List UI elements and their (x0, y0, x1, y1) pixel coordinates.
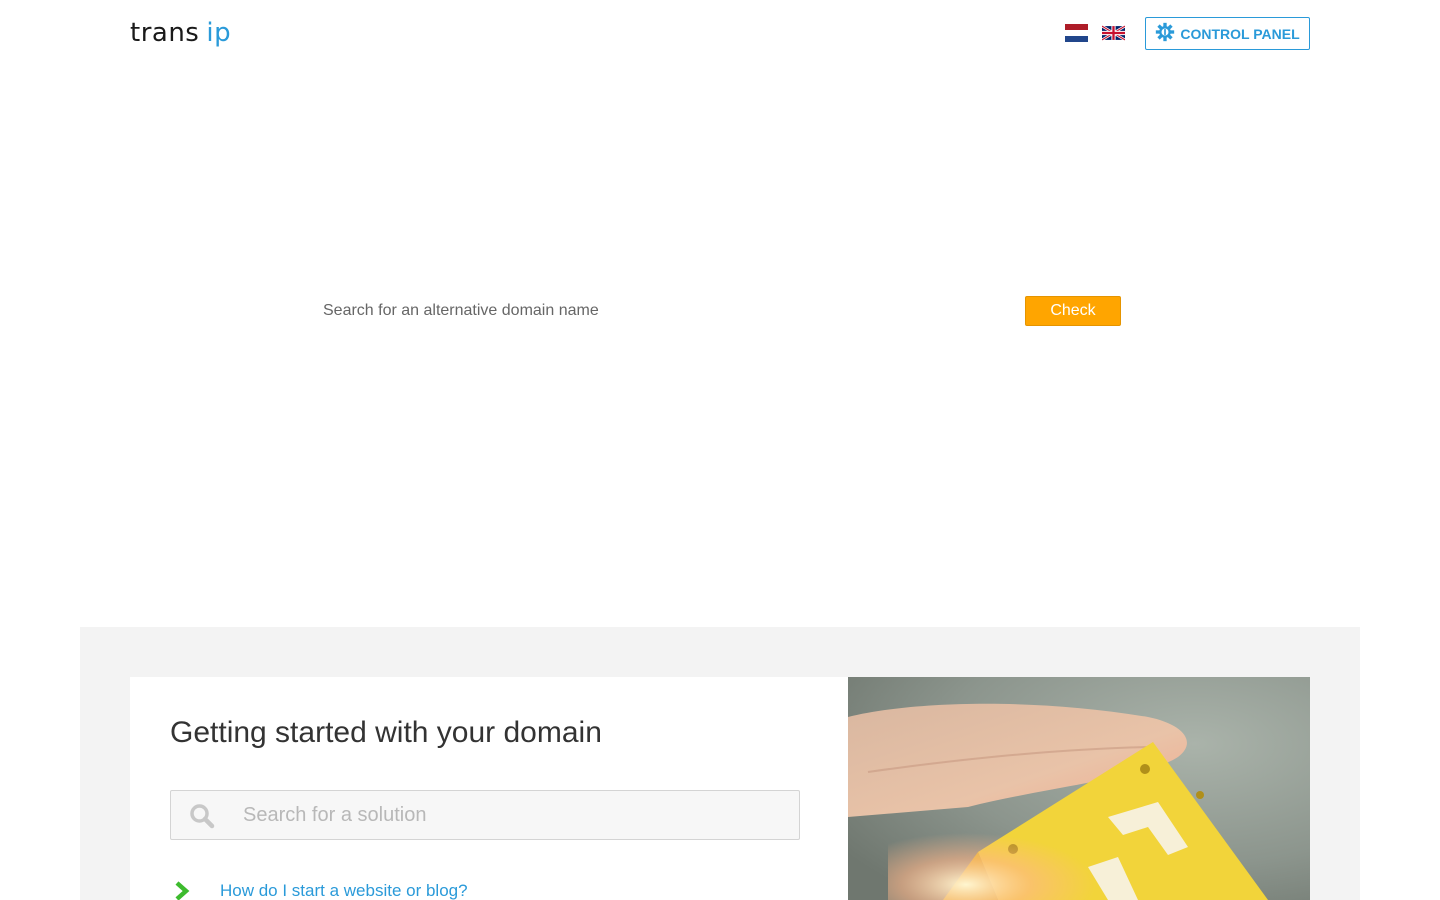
faq-link[interactable]: How do I start a website or blog? (220, 881, 468, 900)
logo-text-trans: trans (130, 18, 200, 48)
getting-started-card: Getting started with your domain How do … (130, 677, 848, 900)
transip-logo[interactable]: trans ip (130, 18, 231, 48)
control-panel-button[interactable]: CONTROL PANEL (1145, 17, 1310, 50)
logo-text-ip: ip (206, 18, 232, 48)
chevron-right-icon (172, 881, 192, 900)
faq-item[interactable]: How do I start a website or blog? (170, 877, 670, 900)
domain-search-input[interactable] (320, 295, 1010, 326)
control-panel-label: CONTROL PANEL (1180, 25, 1300, 42)
solution-search-box (170, 790, 800, 840)
domain-search-form: Check (320, 295, 1121, 326)
gear-icon (1155, 22, 1175, 45)
getting-started-title: Getting started with your domain (170, 716, 602, 749)
search-icon (189, 803, 215, 829)
solution-search-input[interactable] (243, 791, 793, 839)
check-button[interactable]: Check (1025, 296, 1121, 326)
site-header: trans ip CONTROL PANEL (0, 0, 1440, 68)
language-flag-en[interactable] (1102, 24, 1125, 42)
hero-photo (848, 677, 1310, 900)
language-flag-nl[interactable] (1065, 24, 1088, 42)
